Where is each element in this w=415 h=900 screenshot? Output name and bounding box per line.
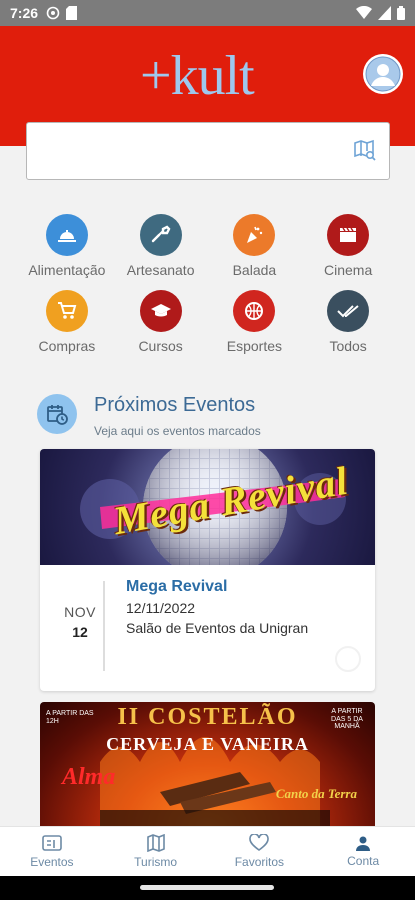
category-label: Alimentação xyxy=(28,262,106,278)
event-day: 12 xyxy=(72,624,88,640)
category-todos[interactable]: Todos xyxy=(301,290,395,354)
event-card[interactable]: Mega Revival NOV 12 Mega Revival 12/11/2… xyxy=(40,449,375,691)
category-esportes[interactable]: Esportes xyxy=(208,290,302,354)
avatar-icon xyxy=(365,56,401,92)
profile-avatar-button[interactable] xyxy=(363,54,403,94)
event-place: Salão de Eventos da Unigran xyxy=(126,620,309,636)
party-icon xyxy=(233,214,276,256)
category-grid: Alimentação Artesanato Balada Cinema Com… xyxy=(20,214,395,354)
category-label: Esportes xyxy=(226,338,282,354)
favorite-icon[interactable] xyxy=(334,645,362,673)
section-subtitle: Veja aqui os eventos marcados xyxy=(94,424,261,438)
nav-favoritos[interactable]: Favoritos xyxy=(208,827,312,876)
map-search-icon[interactable] xyxy=(353,139,377,168)
nav-conta[interactable]: Conta xyxy=(311,827,415,876)
graduation-cap-icon xyxy=(139,290,182,332)
divider xyxy=(103,581,105,671)
nav-eventos[interactable]: Eventos xyxy=(0,827,104,876)
category-label: Cinema xyxy=(324,262,373,278)
bottom-nav: Eventos Turismo Favoritos Conta xyxy=(0,826,415,876)
status-time: 7:26 xyxy=(10,5,39,21)
nav-label: Conta xyxy=(347,854,380,868)
event-banner-image: Mega Revival xyxy=(40,449,375,565)
double-check-icon xyxy=(327,290,370,332)
system-gesture-bar xyxy=(0,876,415,900)
nav-label: Favoritos xyxy=(234,855,285,869)
battery-icon xyxy=(397,6,405,20)
basketball-icon xyxy=(233,290,276,332)
category-label: Cursos xyxy=(138,338,183,354)
category-artesanato[interactable]: Artesanato xyxy=(114,214,208,278)
band-name: Alma xyxy=(62,764,116,790)
event-card[interactable]: A PARTIR DAS 12H A PARTIR DAS 5 DA MANHÃ… xyxy=(40,702,375,827)
person-icon xyxy=(356,836,371,851)
status-bar: 7:26 xyxy=(0,0,415,26)
clapper-icon xyxy=(327,214,370,256)
nav-label: Turismo xyxy=(134,855,178,869)
wifi-icon xyxy=(356,6,372,19)
calendar-clock-icon xyxy=(37,394,77,434)
category-cursos[interactable]: Cursos xyxy=(114,290,208,354)
cart-icon xyxy=(45,290,88,332)
category-compras[interactable]: Compras xyxy=(20,290,114,354)
nav-turismo[interactable]: Turismo xyxy=(104,827,208,876)
event-date-block: NOV 12 xyxy=(40,604,120,640)
band-name: Canto da Terra xyxy=(275,786,357,801)
category-balada[interactable]: Balada xyxy=(208,214,302,278)
event-info: Mega Revival 12/11/2022 Salão de Eventos… xyxy=(126,578,308,636)
craft-icon xyxy=(139,214,182,256)
nav-label: Eventos xyxy=(30,855,74,869)
category-alimentacao[interactable]: Alimentação xyxy=(20,214,114,278)
banner-subtitle: CERVEJA E VANEIRA xyxy=(106,734,309,754)
heart-icon xyxy=(249,834,270,851)
sd-card-icon xyxy=(66,6,78,20)
category-label: Compras xyxy=(38,338,96,354)
section-title: Próximos Eventos xyxy=(94,394,256,416)
event-date: 12/11/2022 xyxy=(126,600,196,616)
category-label: Todos xyxy=(329,338,367,354)
event-name: Mega Revival xyxy=(126,578,228,595)
food-icon xyxy=(45,214,88,256)
search-input[interactable] xyxy=(26,122,390,180)
app-logo: +kult xyxy=(140,45,255,107)
category-label: Artesanato xyxy=(126,262,195,278)
signal-icon xyxy=(378,6,391,20)
event-month: NOV xyxy=(64,604,96,620)
category-cinema[interactable]: Cinema xyxy=(301,214,395,278)
sync-icon xyxy=(46,6,60,20)
map-icon xyxy=(146,834,165,852)
banner-title: II COSTELÃO xyxy=(117,704,298,730)
home-gesture-handle[interactable] xyxy=(140,885,274,890)
category-label: Balada xyxy=(232,262,277,278)
events-icon xyxy=(42,835,62,851)
